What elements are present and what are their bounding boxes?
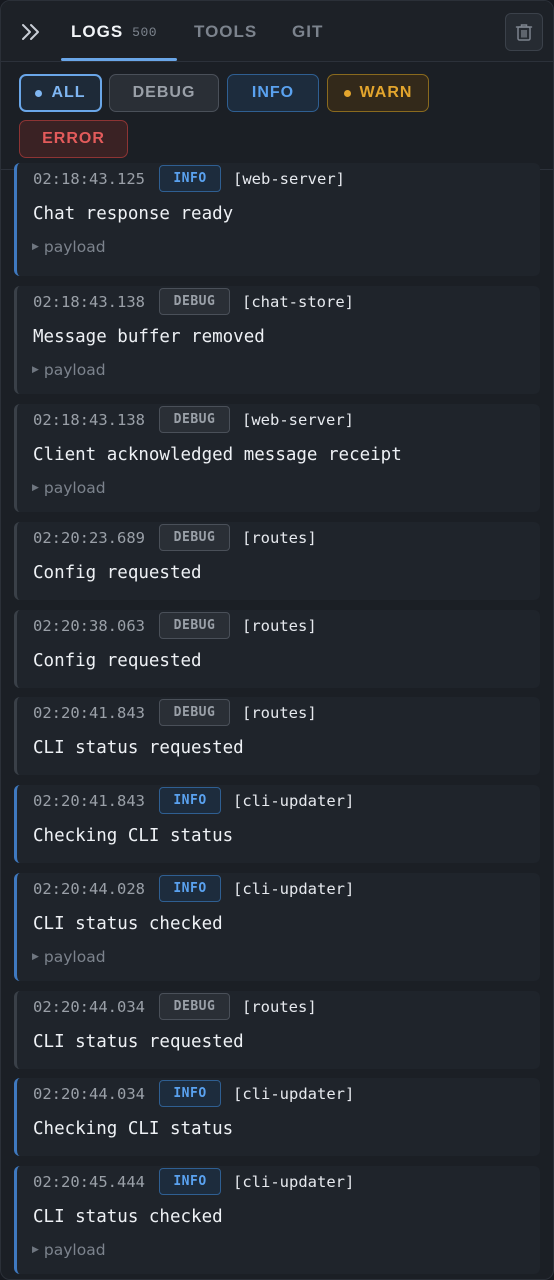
triangle-right-icon: ▶ (32, 1245, 39, 1255)
log-source: [routes] (242, 529, 317, 547)
filter-error-label: ERROR (42, 130, 105, 147)
log-timestamp: 02:20:41.843 (33, 704, 145, 722)
dot-icon (35, 89, 43, 97)
payload-toggle[interactable]: ▶ payload (32, 238, 106, 256)
payload-label: payload (43, 238, 106, 256)
log-entry[interactable]: 02:20:23.689 DEBUG [routes] Config reque… (14, 522, 540, 600)
log-entry[interactable]: 02:18:43.138 DEBUG [web-server] Client a… (14, 404, 540, 512)
level-badge: DEBUG (159, 524, 230, 551)
filter-error-button[interactable]: ERROR (19, 120, 128, 158)
filter-info-button[interactable]: INFO (227, 74, 319, 112)
trash-icon (515, 24, 533, 41)
level-badge: INFO (159, 787, 221, 814)
tab-logs[interactable]: LOGS 500 (71, 1, 157, 62)
log-timestamp: 02:20:44.034 (33, 998, 145, 1016)
log-message: CLI status checked (33, 914, 223, 934)
log-message: CLI status requested (33, 738, 244, 758)
log-timestamp: 02:20:41.843 (33, 792, 145, 810)
tab-git-label: GIT (292, 21, 324, 41)
logs-panel: LOGS 500 TOOLS GIT ALL DEBUG INFO WARN E… (0, 0, 554, 1280)
log-message: Message buffer removed (33, 327, 265, 347)
payload-label: payload (43, 361, 106, 379)
triangle-right-icon: ▶ (32, 952, 39, 962)
level-badge: DEBUG (159, 993, 230, 1020)
log-timestamp: 02:18:43.138 (33, 411, 145, 429)
log-message: Chat response ready (33, 204, 234, 224)
log-message: Client acknowledged message receipt (33, 445, 402, 465)
level-badge: INFO (159, 1080, 221, 1107)
clear-logs-button[interactable] (505, 13, 543, 51)
log-message: Config requested (33, 563, 202, 583)
tab-tools[interactable]: TOOLS (194, 1, 257, 62)
level-badge: INFO (159, 1168, 221, 1195)
log-list[interactable]: 02:18:43.125 INFO [web-server] Chat resp… (1, 163, 553, 1279)
log-message: CLI status requested (33, 1032, 244, 1052)
filter-all-button[interactable]: ALL (19, 74, 102, 112)
log-entry[interactable]: 02:18:43.125 INFO [web-server] Chat resp… (14, 163, 540, 276)
payload-toggle[interactable]: ▶ payload (32, 479, 106, 497)
log-timestamp: 02:20:45.444 (33, 1173, 145, 1191)
payload-toggle[interactable]: ▶ payload (32, 1241, 106, 1259)
tab-git[interactable]: GIT (292, 1, 323, 62)
log-source: [web-server] (233, 170, 345, 188)
filter-debug-label: DEBUG (132, 84, 196, 101)
level-badge: DEBUG (159, 612, 230, 639)
chevrons-right-icon (22, 24, 39, 40)
log-message: Config requested (33, 651, 202, 671)
log-source: [web-server] (242, 411, 354, 429)
log-timestamp: 02:20:23.689 (33, 529, 145, 547)
triangle-right-icon: ▶ (32, 242, 39, 252)
payload-label: payload (43, 1241, 106, 1259)
log-entry[interactable]: 02:20:38.063 DEBUG [routes] Config reque… (14, 610, 540, 688)
log-entry[interactable]: 02:20:41.843 INFO [cli-updater] Checking… (14, 785, 540, 863)
level-filter-bar: ALL DEBUG INFO WARN ERROR (1, 62, 553, 170)
collapse-panel-button[interactable] (15, 17, 47, 47)
log-entry[interactable]: 02:18:43.138 DEBUG [chat-store] Message … (14, 286, 540, 394)
logs-count-badge: 500 (132, 25, 158, 40)
filter-warn-label: WARN (359, 84, 413, 101)
log-source: [routes] (242, 617, 317, 635)
log-source: [chat-store] (242, 293, 354, 311)
log-entry[interactable]: 02:20:44.034 INFO [cli-updater] Checking… (14, 1078, 540, 1156)
level-badge: DEBUG (159, 288, 230, 315)
log-source: [cli-updater] (233, 1085, 355, 1103)
filter-all-label: ALL (51, 84, 86, 101)
level-badge: DEBUG (159, 699, 230, 726)
level-badge: DEBUG (159, 406, 230, 433)
payload-label: payload (43, 948, 106, 966)
log-entry[interactable]: 02:20:41.843 DEBUG [routes] CLI status r… (14, 697, 540, 775)
log-timestamp: 02:20:38.063 (33, 617, 145, 635)
payload-label: payload (43, 479, 106, 497)
log-source: [cli-updater] (233, 880, 355, 898)
log-source: [routes] (242, 704, 317, 722)
log-timestamp: 02:20:44.028 (33, 880, 145, 898)
filter-warn-button[interactable]: WARN (327, 74, 429, 112)
log-entry[interactable]: 02:20:44.034 DEBUG [routes] CLI status r… (14, 991, 540, 1069)
triangle-right-icon: ▶ (32, 483, 39, 493)
log-message: Checking CLI status (33, 1119, 234, 1139)
log-source: [cli-updater] (233, 792, 355, 810)
level-badge: INFO (159, 875, 221, 902)
dot-icon (343, 89, 351, 97)
payload-toggle[interactable]: ▶ payload (32, 361, 106, 379)
log-message: Checking CLI status (33, 826, 234, 846)
active-tab-indicator (61, 58, 177, 61)
log-entry[interactable]: 02:20:44.028 INFO [cli-updater] CLI stat… (14, 873, 540, 981)
tab-tools-label: TOOLS (194, 21, 258, 41)
triangle-right-icon: ▶ (32, 365, 39, 375)
panel-header: LOGS 500 TOOLS GIT (1, 1, 553, 62)
log-timestamp: 02:18:43.138 (33, 293, 145, 311)
log-timestamp: 02:18:43.125 (33, 170, 145, 188)
log-entry[interactable]: 02:20:45.444 INFO [cli-updater] CLI stat… (14, 1166, 540, 1274)
level-badge: INFO (159, 165, 221, 192)
log-message: CLI status checked (33, 1207, 223, 1227)
payload-toggle[interactable]: ▶ payload (32, 948, 106, 966)
filter-debug-button[interactable]: DEBUG (109, 74, 219, 112)
log-source: [routes] (242, 998, 317, 1016)
tab-logs-label: LOGS (71, 21, 124, 41)
log-timestamp: 02:20:44.034 (33, 1085, 145, 1103)
log-source: [cli-updater] (233, 1173, 355, 1191)
filter-info-label: INFO (251, 84, 295, 101)
